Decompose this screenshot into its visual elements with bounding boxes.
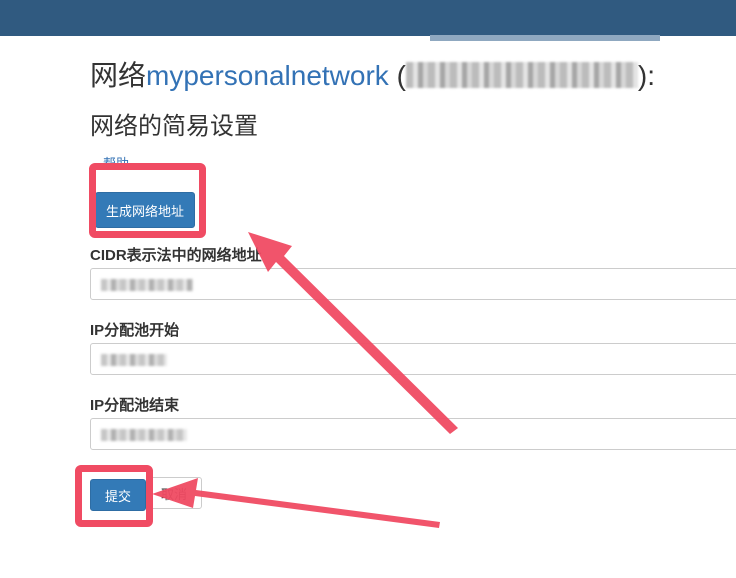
help-link[interactable]: 帮助 (103, 153, 129, 172)
title-open-paren: ( (388, 60, 406, 91)
cidr-address-label: CIDR表示法中的网络地址 (90, 247, 262, 264)
arrow-to-generate-icon (248, 232, 458, 434)
redacted-pool-start-value (101, 354, 167, 366)
network-settings-page: 网络mypersonalnetwork (): 网络的简易设置 帮助 生成网络地… (0, 0, 736, 578)
active-tab-indicator (430, 35, 660, 41)
page-title: 网络mypersonalnetwork (): (90, 54, 655, 94)
title-prefix: 网络 (90, 60, 147, 91)
pool-start-input[interactable] (90, 343, 736, 375)
title-close-paren: ): (637, 60, 656, 91)
cancel-button[interactable]: 取消 (146, 477, 202, 509)
redacted-cidr-value (101, 279, 193, 291)
pool-end-input[interactable] (90, 418, 736, 450)
network-name-link[interactable]: mypersonalnetwork (146, 60, 389, 91)
generate-network-address-button[interactable]: 生成网络地址 (95, 192, 195, 228)
submit-button[interactable]: 提交 (90, 479, 146, 511)
cidr-address-input[interactable] (90, 268, 736, 300)
top-navigation-bar (0, 0, 736, 36)
redacted-network-id (405, 62, 638, 88)
section-subtitle: 网络的简易设置 (90, 113, 258, 140)
redacted-pool-end-value (101, 429, 187, 441)
pool-start-label: IP分配池开始 (90, 322, 180, 339)
pool-end-label: IP分配池结束 (90, 397, 180, 414)
